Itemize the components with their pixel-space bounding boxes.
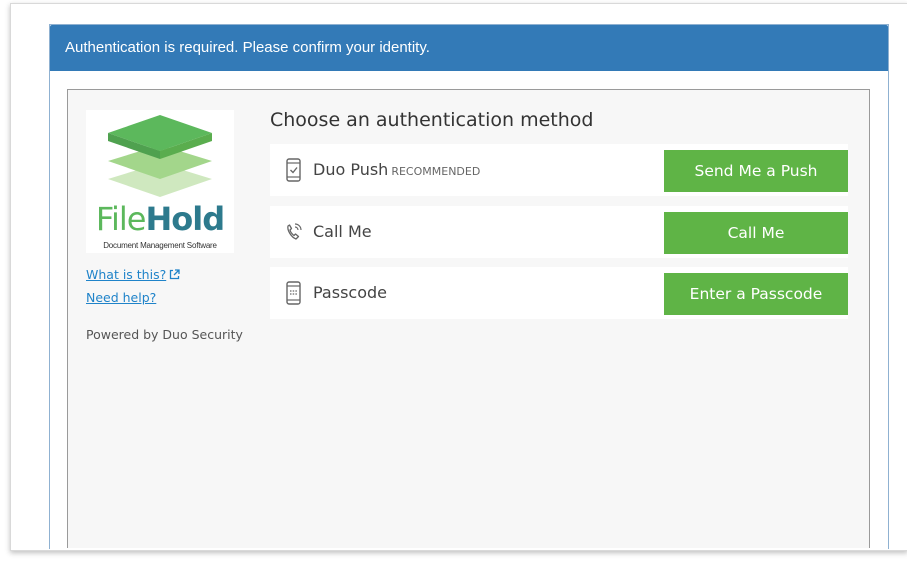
send-push-button[interactable]: Send Me a Push	[664, 150, 848, 192]
call-me-label: Call Me	[313, 222, 372, 241]
need-help-link[interactable]: Need help?	[86, 290, 156, 305]
stacked-layers-logo-icon	[108, 115, 212, 197]
recommended-badge: RECOMMENDED	[391, 165, 481, 178]
external-link-icon	[170, 269, 180, 280]
logo-wordmark-hold: Hold	[145, 200, 225, 238]
phone-call-icon	[287, 223, 302, 240]
logo-tagline: Document Management Software	[103, 241, 217, 250]
filehold-logo: FileHold Document Management Software	[86, 110, 234, 253]
modal-title: Authentication is required. Please confi…	[50, 25, 888, 71]
auth-method-row-call: Call Me Call Me	[270, 206, 848, 258]
auth-method-heading: Choose an authentication method	[270, 109, 594, 131]
what-is-this-label: What is this?	[86, 267, 167, 282]
logo-wordmark: FileHold	[86, 202, 234, 236]
enter-passcode-button[interactable]: Enter a Passcode	[664, 273, 848, 315]
auth-method-row-push: Duo Push RECOMMENDED Send Me a Push	[270, 144, 848, 196]
phone-check-icon	[286, 158, 301, 182]
logo-wordmark-file: File	[95, 200, 147, 238]
auth-method-row-passcode: Passcode Enter a Passcode	[270, 267, 848, 319]
what-is-this-link[interactable]: What is this?	[86, 267, 180, 282]
auth-method-label: Duo Push RECOMMENDED	[313, 160, 480, 179]
powered-by-text: Powered by Duo Security	[86, 327, 243, 342]
passcode-device-icon	[286, 281, 301, 305]
call-me-button[interactable]: Call Me	[664, 212, 848, 254]
push-label: Duo Push	[313, 160, 389, 179]
passcode-label: Passcode	[313, 283, 387, 302]
duo-prompt-frame: FileHold Document Management Software Wh…	[67, 89, 870, 548]
